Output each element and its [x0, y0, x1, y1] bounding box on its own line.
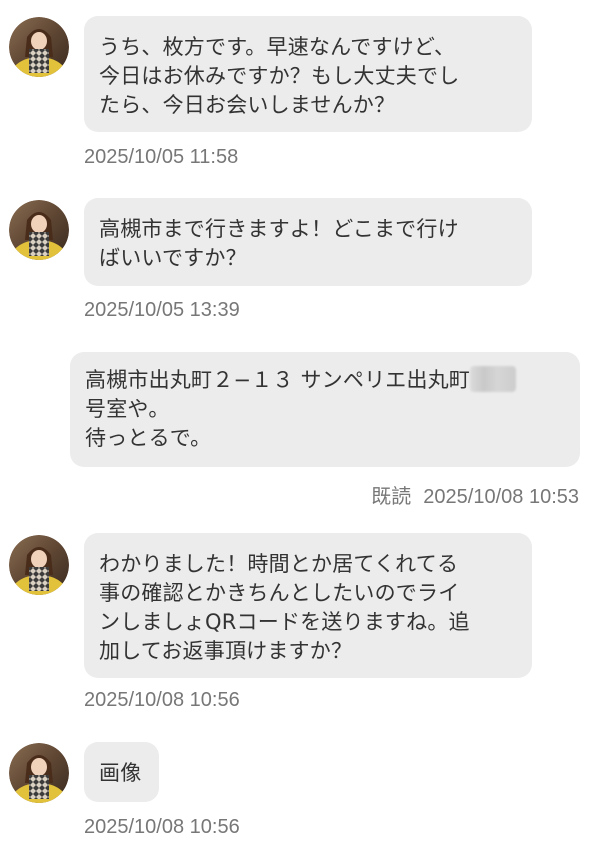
message-text-line: 号室や。 [85, 397, 170, 421]
message-timestamp: 2025/10/05 13:39 [84, 299, 240, 321]
message-bubble[interactable]: 高槻市まで行きますよ！どこまで行け ばいいですか？ [84, 198, 532, 286]
message-text-line: 加してお返事頂けますか？ [99, 639, 353, 663]
message-text-line: 画像 [99, 761, 142, 785]
sender-avatar[interactable] [9, 17, 69, 77]
message-bubble[interactable]: うち、枚方です。早速なんですけど、 今日はお休みですか？もし大丈夫でし たら、今… [84, 16, 532, 132]
message-text-line: うち、枚方です。早速なんですけど、 [99, 35, 456, 59]
avatar-photo-icon [9, 743, 69, 803]
sender-avatar[interactable] [9, 743, 69, 803]
sender-avatar[interactable] [9, 200, 69, 260]
message-text-line: 事の確認とかきちんとしたいのでライ [99, 581, 460, 605]
avatar-photo-icon [9, 17, 69, 77]
timestamp-value: 2025/10/08 10:53 [423, 486, 579, 508]
message-timestamp: 2025/10/08 10:56 [84, 689, 240, 711]
avatar-photo-icon [9, 535, 69, 595]
read-receipt: 既読 [371, 486, 412, 508]
sender-avatar[interactable] [9, 535, 69, 595]
message-timestamp: 2025/10/05 11:58 [84, 146, 239, 168]
message-bubble[interactable]: わかりました！時間とか居てくれてる 事の確認とかきちんとしたいのでライ ンしまし… [84, 533, 532, 678]
redacted-room-number-icon [470, 366, 517, 392]
message-timestamp: 2025/10/08 10:56 [84, 816, 240, 838]
message-text-line: 高槻市まで行きますよ！どこまで行け [99, 217, 459, 241]
avatar-photo-icon [9, 200, 69, 260]
image-message-bubble[interactable]: 画像 [84, 742, 159, 802]
message-text-line: わかりました！時間とか居てくれてる [99, 552, 459, 576]
message-text-line: 待っとるで。 [85, 426, 212, 450]
message-text-line: ばいいですか？ [99, 246, 247, 270]
message-text-line: ンしましょQRコードを送りますね。追 [99, 610, 470, 634]
message-text-line: たら、今日お会いしませんか？ [99, 93, 396, 117]
message-timestamp: 既読 2025/10/08 10:53 [371, 480, 579, 509]
message-bubble-sent[interactable]: 高槻市出丸町２−１３ サンペリエ出丸町 号室や。 待っとるで。 [70, 352, 580, 467]
message-text-line: 高槻市出丸町２−１３ サンペリエ出丸町 [85, 366, 564, 395]
message-text-line: 今日はお休みですか？もし大丈夫でし [99, 64, 460, 88]
